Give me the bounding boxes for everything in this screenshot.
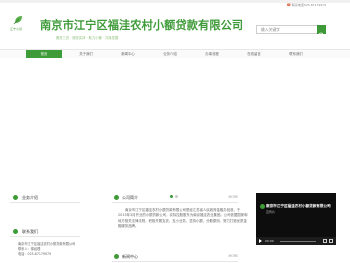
news-icon <box>114 254 119 259</box>
phone-icon: ☎ <box>286 3 291 7</box>
news-section-title: 新闻中心 MORE <box>112 253 238 262</box>
play-icon[interactable] <box>259 239 262 243</box>
search-placeholder: 输入关键字 <box>261 27 280 32</box>
volume-icon[interactable] <box>323 239 327 243</box>
about-title-text: 公司简介 <box>122 195 138 200</box>
slogan: 服务三农 · 服务实体 · 助力小微 · 共谋发展 <box>56 36 119 40</box>
about-icon <box>114 195 119 200</box>
promo-video[interactable]: 南京市江宁区福洼农村小额贷款有限公司 宣传片 00:00 <box>256 193 336 245</box>
news-more-link[interactable]: MORE <box>229 253 239 260</box>
business-title-text: 业务介绍 <box>22 195 38 200</box>
hotline: ☎联系电话025-87179979 <box>287 3 326 8</box>
about-more-link[interactable]: MORE <box>229 194 239 201</box>
leaf-logo-icon <box>13 16 22 25</box>
banner[interactable] <box>0 58 350 189</box>
about-text: 南京市江宁区福洼农村小额贷款有限公司是经江苏省人民政府金融办批准，于2015年3… <box>118 208 248 229</box>
nav-item-about[interactable]: 关于我们 <box>68 50 104 58</box>
video-logo-icon <box>260 204 265 209</box>
nav-item-message[interactable]: 在线留言 <box>236 50 272 58</box>
nav-item-news[interactable]: 新闻中心 <box>110 50 146 58</box>
search-icon <box>318 32 325 39</box>
fullscreen-icon[interactable] <box>329 239 333 243</box>
video-time: 00:00 <box>265 239 274 243</box>
logo-caption: 江宁小贷 <box>10 27 23 31</box>
nav-item-process[interactable]: 办事流程 <box>194 50 230 58</box>
video-subtitle: 宣传片 <box>266 210 276 214</box>
search-input[interactable]: 输入关键字 <box>256 25 326 34</box>
about-section-title: 公司简介 MORE <box>112 194 238 203</box>
nav-item-contact[interactable]: 联系我们 <box>278 50 314 58</box>
business-icon <box>13 195 18 200</box>
news-title-text: 新闻中心 <box>122 254 138 259</box>
video-controls: 00:00 <box>256 237 336 245</box>
video-title: 南京市江宁区福洼农村小额贷款有限公司 <box>266 204 331 208</box>
contact-info: 南京市江宁区福洼农村小额贷款有限公司 联系人：徐经理 电话：025-871799… <box>18 242 118 258</box>
contact-icon <box>13 229 18 234</box>
nav-item-home[interactable]: 首页 <box>26 50 62 58</box>
video-progress-track[interactable] <box>280 241 316 242</box>
contact-section-title[interactable]: 联系我们 <box>10 228 80 237</box>
search-button[interactable] <box>317 25 326 39</box>
contact-phone: 电话：025-87179979 <box>18 252 52 257</box>
hotline-text: 联系电话025-87179979 <box>291 3 326 7</box>
company-name: 南京市江宁区福洼农村小额贷款有限公司 <box>40 18 244 32</box>
nav-item-business[interactable]: 业务介绍 <box>152 50 188 58</box>
contact-title-text: 联系我们 <box>22 229 38 234</box>
business-section-title[interactable]: 业务介绍 <box>10 194 80 203</box>
